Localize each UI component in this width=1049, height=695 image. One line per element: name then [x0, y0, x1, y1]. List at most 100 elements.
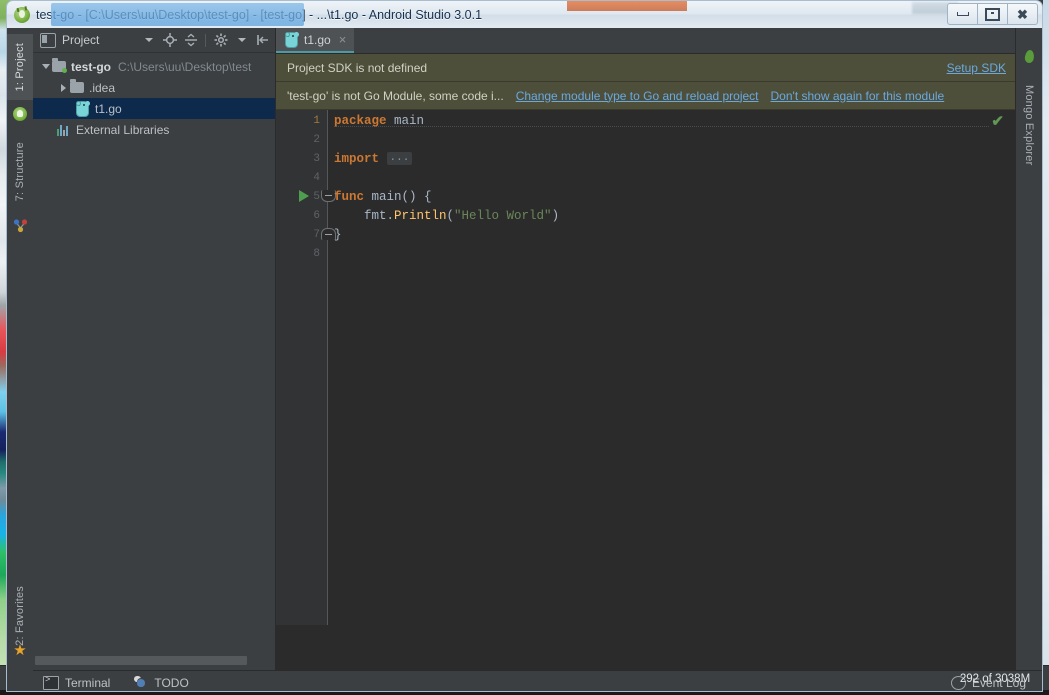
toolbar-separator [205, 33, 206, 47]
tree-label-test-go: test-go [71, 59, 111, 74]
editor-area: t1.go × Project SDK is not defined Setup… [276, 28, 1016, 670]
bottom-tab-todo-label: TODO [154, 675, 189, 690]
change-module-type-link[interactable]: Change module type to Go and reload proj… [516, 89, 759, 103]
tree-row-test-go[interactable]: test-go C:\Users\uu\Desktop\test [33, 56, 275, 77]
notification-sdk-message: Project SDK is not defined [287, 60, 428, 75]
favorites-star[interactable]: ★ [7, 640, 33, 660]
sidebar-tab-favorites-label: 2: Favorites [14, 586, 26, 646]
bottom-tab-todo[interactable]: TODO [124, 676, 202, 690]
collapse-all-icon[interactable] [182, 32, 199, 49]
desktop-background-right [1043, 0, 1049, 695]
mongo-explorer-leaf[interactable] [1016, 46, 1042, 66]
bottom-tool-bar: Terminal TODO Event Log [33, 670, 1042, 691]
hide-icon[interactable] [254, 32, 271, 49]
code-token: main [386, 114, 425, 128]
background-artifact-orange [567, 1, 687, 11]
code-line-5: func main() { [334, 190, 432, 204]
close-button[interactable]: ✖ [1007, 3, 1038, 25]
android-icon [13, 107, 27, 121]
sidebar-tab-mongo-explorer-label: Mongo Explorer [1023, 84, 1035, 166]
code-token: func [334, 190, 365, 204]
dont-show-again-link[interactable]: Don't show again for this module [771, 89, 945, 103]
chevron-down-icon[interactable] [233, 32, 250, 49]
run-gutter-icon[interactable] [299, 190, 309, 202]
code-token: import [334, 152, 380, 166]
code-token: ( [446, 209, 455, 223]
tree-label-t1-go: t1.go [95, 101, 122, 116]
code-token: ) [551, 209, 560, 223]
line-number: 7 [313, 229, 320, 241]
code-line-3: import ... [334, 152, 413, 166]
code-token: "Hello World" [454, 209, 552, 223]
inspection-ok-icon[interactable]: ✔ [991, 114, 1004, 129]
line-number: 6 [313, 210, 320, 222]
sidebar-tab-project[interactable]: 1: Project [7, 34, 33, 100]
collapse-arrow-icon[interactable] [57, 83, 70, 92]
leaf-icon [1023, 48, 1035, 64]
line-number: 3 [313, 153, 320, 165]
bottom-tab-terminal-label: Terminal [65, 675, 111, 690]
line-number: 2 [313, 134, 320, 146]
code-token: } [334, 228, 342, 242]
tree-label-idea: .idea [89, 80, 116, 95]
module-folder-icon [52, 58, 67, 73]
right-tool-window-strip: Mongo Explorer [1015, 28, 1042, 670]
project-view-icon [40, 32, 56, 48]
tree-row-idea[interactable]: .idea [33, 77, 275, 98]
memory-indicator[interactable]: 292 of 3038M [947, 670, 1043, 687]
code-editor[interactable]: 1 2 3 4 5 6 7 8 package main import ... … [276, 110, 1016, 625]
editor-gutter[interactable]: 1 2 3 4 5 6 7 8 [276, 110, 327, 625]
bottom-tab-terminal[interactable]: Terminal [33, 675, 124, 690]
maximize-button[interactable] [977, 3, 1008, 25]
go-file-icon [285, 31, 298, 48]
project-panel-title: Project [62, 33, 100, 47]
folder-icon [70, 79, 84, 93]
editor-tab-t1-go[interactable]: t1.go × [276, 28, 355, 53]
window-controls: ✖ [947, 3, 1038, 25]
title-bar: test-go - [C:\Users\uu\Desktop\test-go] … [6, 0, 1043, 28]
external-libraries-icon [57, 124, 70, 136]
editor-tab-bar: t1.go × [276, 28, 1016, 54]
ide-body: 1: Project 7: Structure 2: Favorites ★ P… [6, 28, 1043, 692]
code-token: fmt. [334, 209, 395, 223]
minimize-button[interactable] [947, 3, 978, 25]
version-control-icon [13, 219, 27, 233]
fold-region-line [327, 110, 328, 625]
main-window: test-go - [C:\Users\uu\Desktop\test-go] … [6, 0, 1043, 692]
todo-icon [134, 676, 148, 689]
project-panel-header: Project [33, 28, 275, 53]
view-mode-dropdown[interactable] [140, 32, 157, 49]
project-tree: test-go C:\Users\uu\Desktop\test .idea t… [33, 53, 275, 140]
code-line-1: package main [334, 114, 424, 128]
locate-icon[interactable] [161, 32, 178, 49]
sidebar-tab-version-control[interactable] [7, 216, 33, 236]
code-content[interactable]: package main import ... func main() { fm… [334, 110, 1016, 625]
android-studio-window: test-go - [C:\Users\uu\Desktop\test-go] … [0, 0, 1049, 695]
sidebar-tab-structure[interactable]: 7: Structure [7, 133, 33, 211]
tree-row-t1-go[interactable]: t1.go [33, 98, 275, 119]
line-number: 5 [313, 191, 320, 203]
sidebar-tab-android[interactable] [7, 104, 33, 124]
go-file-icon [76, 100, 89, 117]
project-panel-toolbar [140, 32, 271, 49]
line-number: 8 [313, 248, 320, 260]
project-panel-horizontal-scrollbar[interactable] [35, 655, 274, 666]
notification-go-module-message: 'test-go' is not Go Module, some code i.… [287, 88, 504, 103]
sidebar-tab-structure-label: 7: Structure [14, 142, 26, 202]
code-token: main() { [364, 190, 432, 204]
line-number: 4 [313, 172, 320, 184]
window-title: test-go - [C:\Users\uu\Desktop\test-go] … [36, 7, 483, 22]
sidebar-tab-project-label: 1: Project [14, 42, 26, 92]
sidebar-tab-mongo-explorer[interactable]: Mongo Explorer [1016, 72, 1042, 178]
expand-arrow-icon[interactable] [39, 64, 52, 69]
close-icon[interactable]: × [339, 33, 347, 46]
gear-icon[interactable] [212, 32, 229, 49]
notification-go-module: 'test-go' is not Go Module, some code i.… [276, 82, 1016, 110]
tree-row-external-libraries[interactable]: External Libraries [33, 119, 275, 140]
code-line-7: } [334, 228, 342, 242]
fold-placeholder[interactable]: ... [386, 152, 413, 166]
editor-tab-label: t1.go [304, 32, 331, 47]
setup-sdk-link[interactable]: Setup SDK [947, 61, 1006, 75]
line-number: 1 [313, 115, 320, 127]
